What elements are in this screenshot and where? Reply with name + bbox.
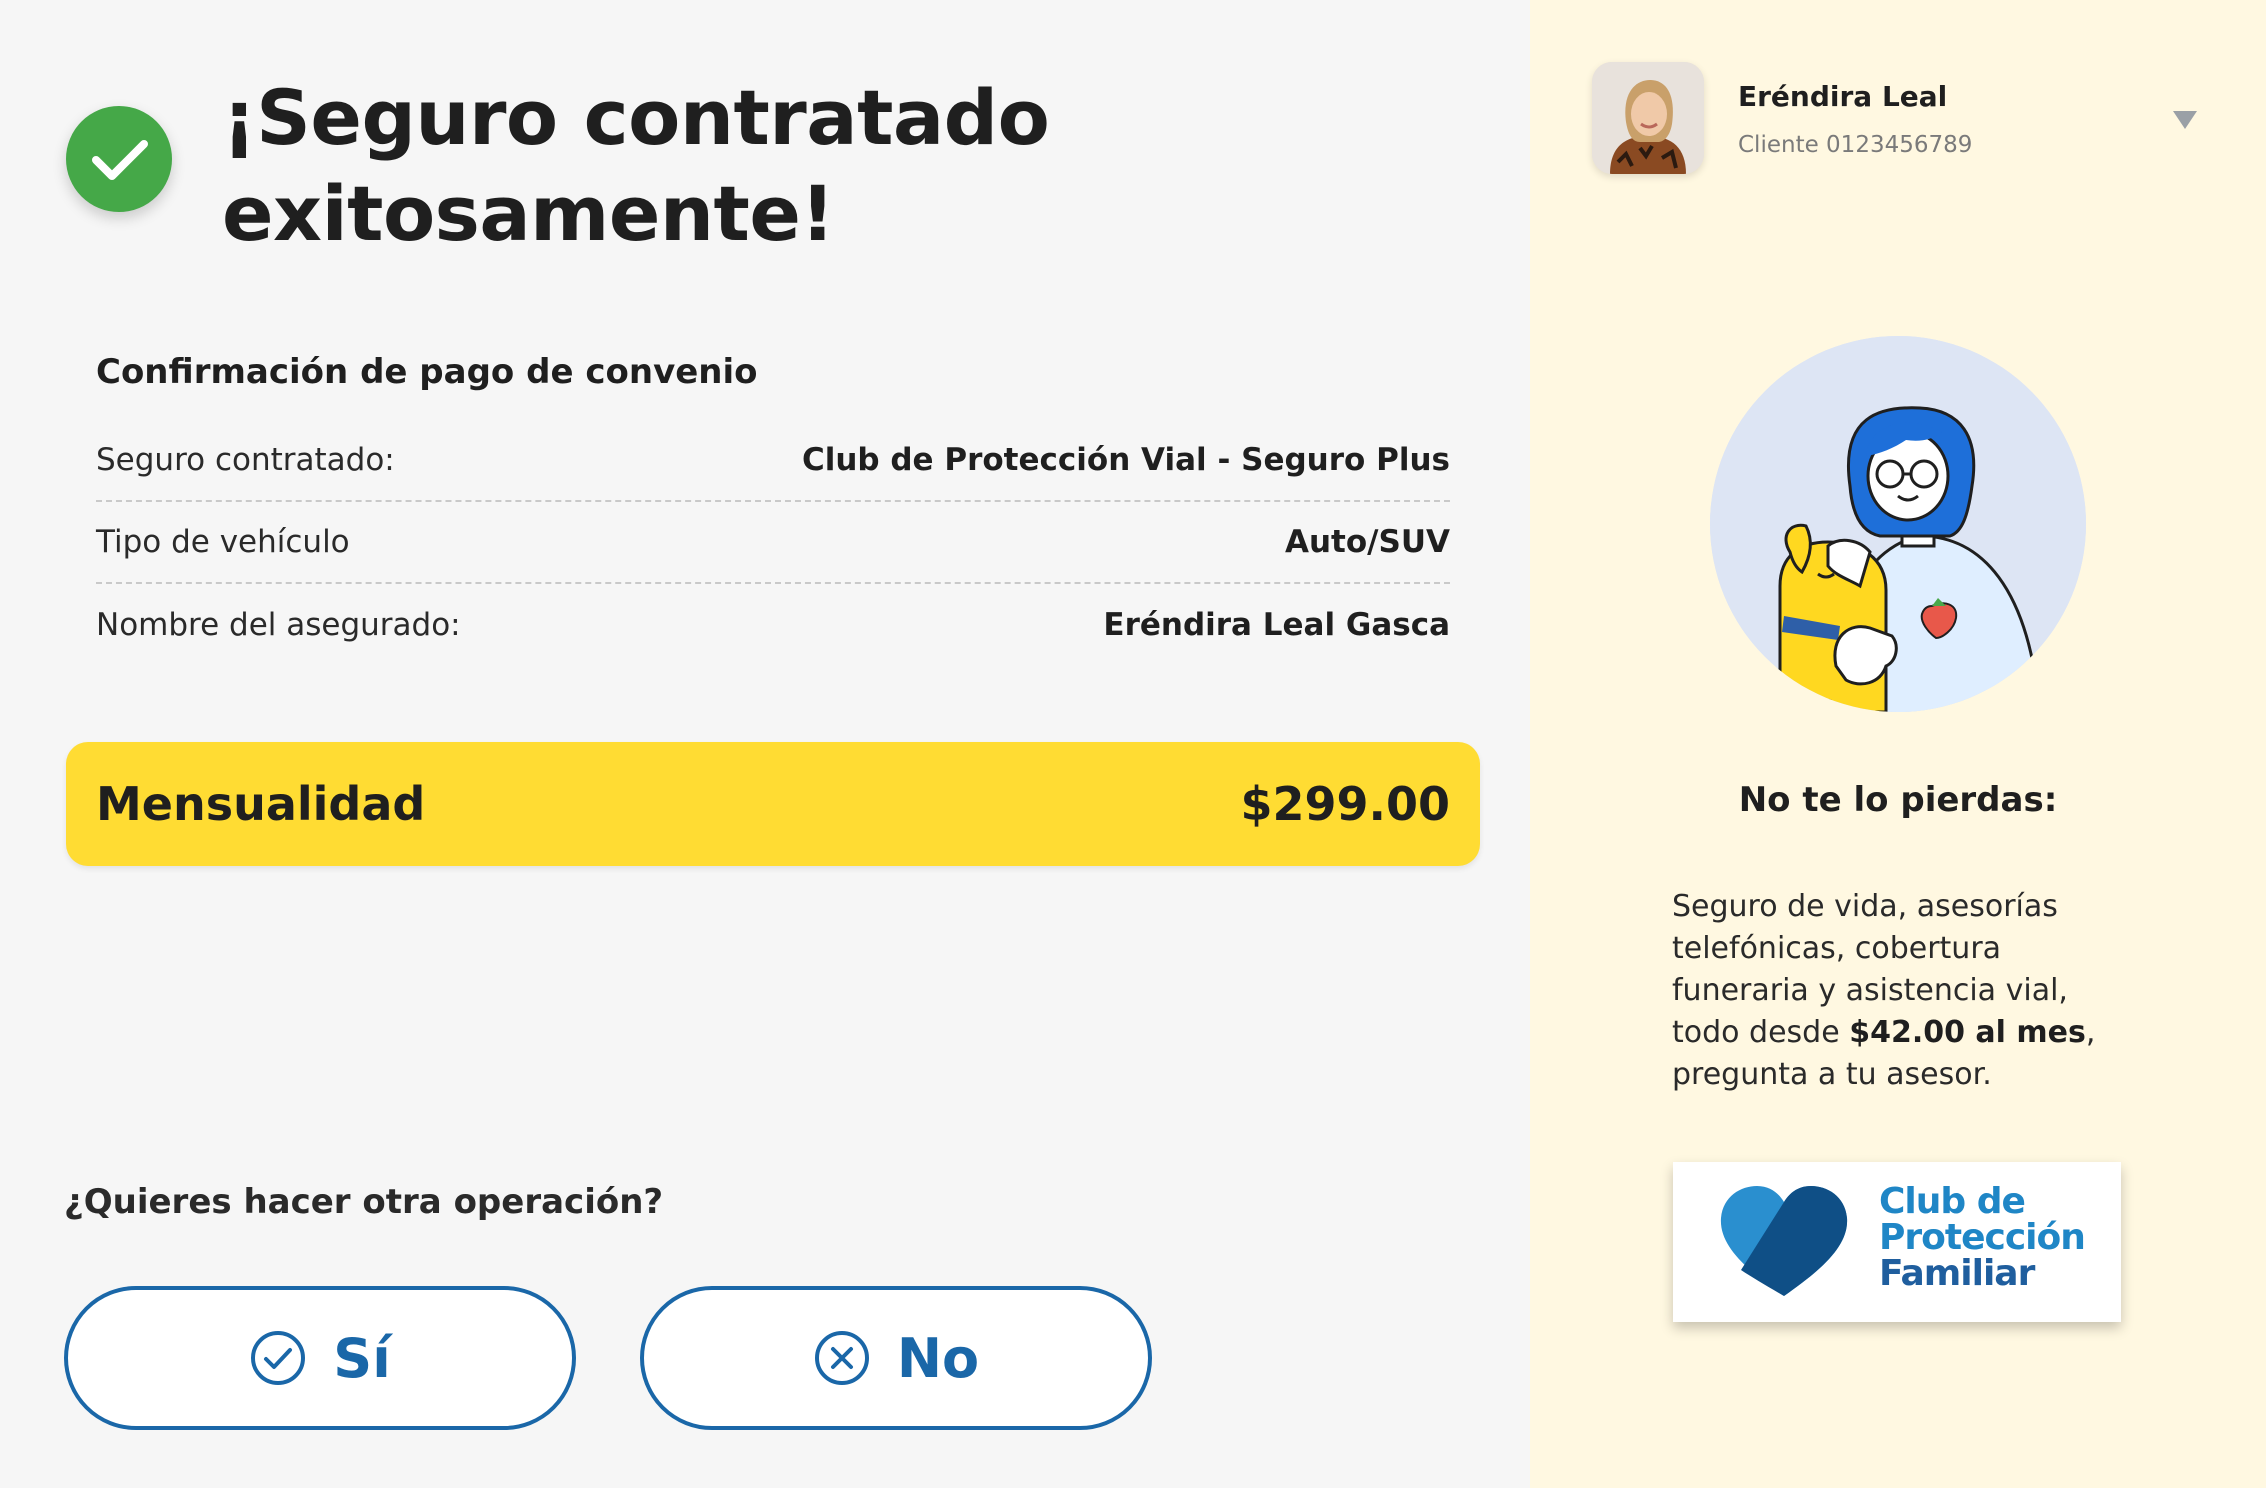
monthly-label: Mensualidad xyxy=(96,777,426,831)
woman-with-dog-illustration xyxy=(1710,336,2086,712)
section-title: Confirmación de pago de convenio xyxy=(96,352,758,392)
promo-title: No te lo pierdas: xyxy=(1738,780,2058,820)
yes-button[interactable]: Sí xyxy=(64,1286,576,1430)
close-circle-outline-icon xyxy=(814,1331,869,1385)
brand-line-2: Protección xyxy=(1879,1217,2086,1258)
detail-label: Tipo de vehículo xyxy=(96,524,350,560)
detail-label: Seguro contratado: xyxy=(96,442,395,478)
check-circle-icon xyxy=(66,106,172,212)
monthly-payment-bar: Mensualidad $299.00 xyxy=(66,742,1480,866)
detail-row-insurance: Seguro contratado: Club de Protección Vi… xyxy=(96,420,1450,502)
no-button[interactable]: No xyxy=(640,1286,1152,1430)
detail-value: Club de Protección Vial - Seguro Plus xyxy=(801,442,1450,478)
promo-price: $42.00 al mes xyxy=(1849,1015,2086,1050)
monthly-value: $299.00 xyxy=(1240,777,1450,831)
brand-name: Club de Protección Familiar xyxy=(1879,1184,2115,1292)
detail-row-insured-name: Nombre del asegurado: Eréndira Leal Gasc… xyxy=(96,584,1450,666)
user-name: Eréndira Leal xyxy=(1738,80,1948,113)
another-operation-question: ¿Quieres hacer otra operación? xyxy=(64,1182,664,1222)
detail-row-vehicle: Tipo de vehículo Auto/SUV xyxy=(96,502,1450,584)
detail-value: Auto/SUV xyxy=(1285,524,1450,560)
main-panel: ¡Seguro contratado exitosamente! Confirm… xyxy=(0,0,1530,1488)
page-title: ¡Seguro contratado exitosamente! xyxy=(222,73,1050,258)
user-client-id: Cliente 0123456789 xyxy=(1738,132,1973,158)
details-list: Seguro contratado: Club de Protección Vi… xyxy=(96,442,1450,666)
check-circle-outline-icon xyxy=(251,1331,306,1385)
chevron-down-icon[interactable] xyxy=(2170,108,2200,136)
brand-line-1: Club de xyxy=(1879,1181,2026,1222)
avatar xyxy=(1592,62,1704,174)
yes-button-label: Sí xyxy=(333,1326,391,1390)
no-button-label: No xyxy=(896,1326,980,1390)
club-proteccion-familiar-logo: Club de Protección Familiar xyxy=(1673,1162,2121,1322)
promo-text: Seguro de vida, asesorías telefónicas, c… xyxy=(1672,886,2112,1096)
detail-label: Nombre del asegurado: xyxy=(96,607,461,643)
brand-line-3: Familiar xyxy=(1879,1253,2035,1294)
detail-value: Eréndira Leal Gasca xyxy=(1103,607,1450,643)
heart-logo-icon xyxy=(1720,1186,1848,1296)
